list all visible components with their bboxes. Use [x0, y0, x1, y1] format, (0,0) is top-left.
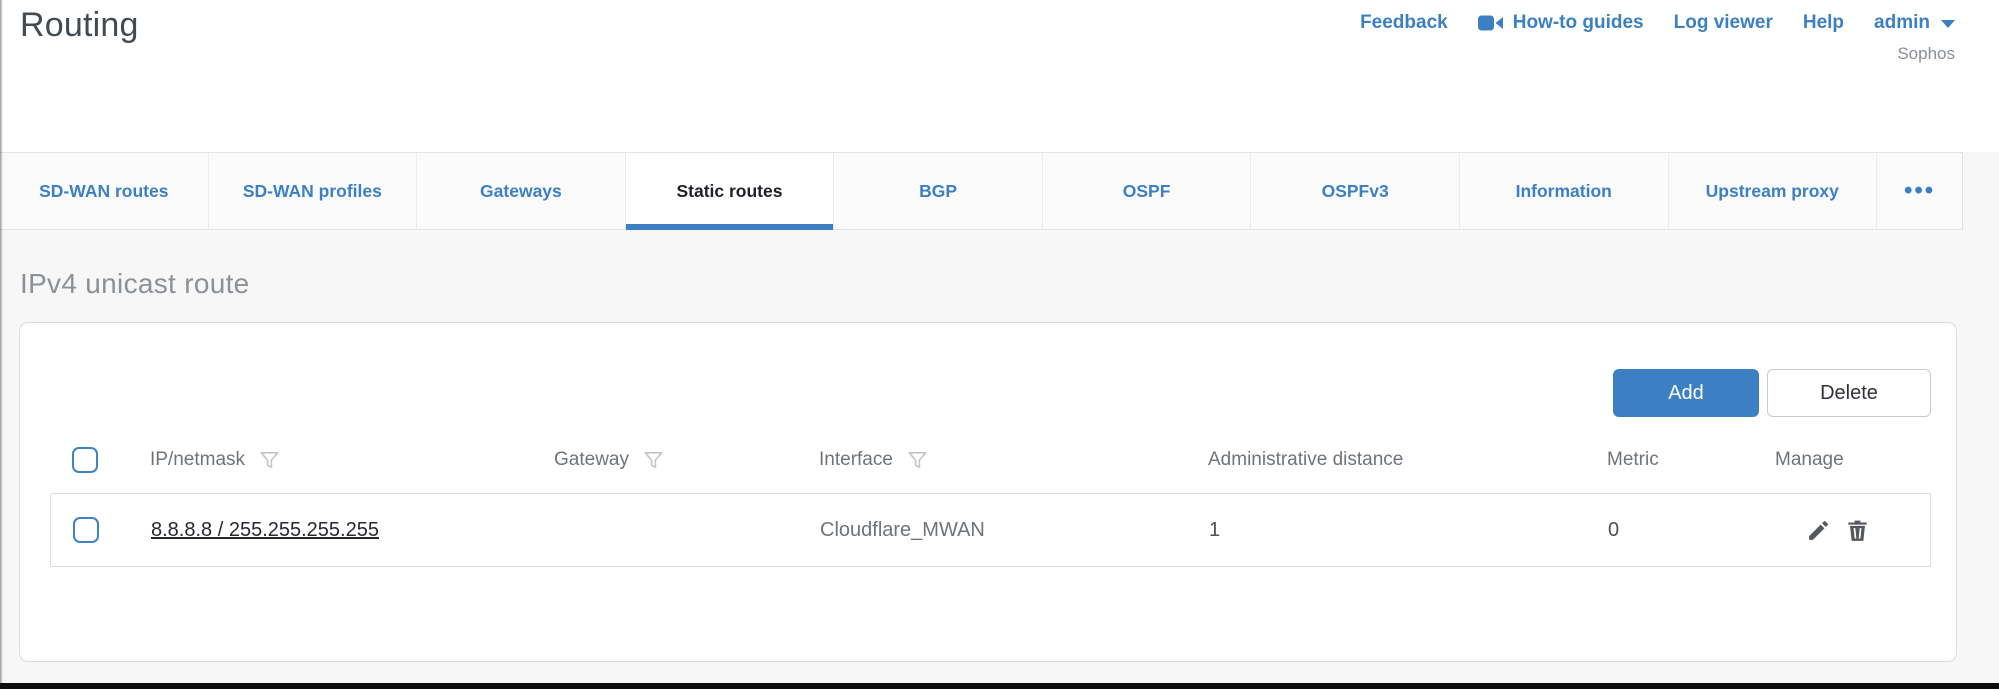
route-admin-distance: 1 [1209, 519, 1608, 542]
route-metric: 0 [1608, 519, 1776, 542]
ellipsis-icon: ••• [1904, 177, 1935, 205]
window-bottom-edge [0, 683, 1999, 689]
video-camera-icon [1478, 14, 1504, 32]
col-ip-netmask: IP/netmask [150, 449, 245, 471]
user-menu-label: admin [1874, 12, 1930, 34]
log-viewer-link[interactable]: Log viewer [1674, 12, 1773, 34]
table-row: 8.8.8.8 / 255.255.255.255 Cloudflare_MWA… [50, 493, 1931, 567]
col-interface: Interface [819, 449, 893, 471]
tab-ospfv3[interactable]: OSPFv3 [1251, 153, 1460, 229]
content-area: IPv4 unicast route Add Delete IP/netmask… [0, 230, 1999, 683]
col-administrative-distance: Administrative distance [1208, 449, 1403, 471]
delete-button[interactable]: Delete [1767, 369, 1931, 417]
howto-guides-link[interactable]: How-to guides [1478, 12, 1644, 34]
tabstrip-row: SD-WAN routes SD-WAN profiles Gateways S… [0, 152, 1999, 230]
tab-sdwan-routes[interactable]: SD-WAN routes [0, 153, 209, 229]
log-viewer-label: Log viewer [1674, 12, 1773, 34]
ipv4-unicast-route-panel: Add Delete IP/netmask Gateway Interfac [19, 322, 1957, 662]
window-left-edge [0, 0, 3, 689]
tab-gateways[interactable]: Gateways [417, 153, 626, 229]
section-heading: IPv4 unicast route [20, 268, 250, 300]
tab-overflow-more[interactable]: ••• [1877, 153, 1962, 229]
row-checkbox[interactable] [73, 517, 99, 543]
select-all-checkbox[interactable] [72, 447, 98, 473]
help-link[interactable]: Help [1803, 12, 1844, 34]
howto-guides-label: How-to guides [1513, 12, 1644, 34]
tabstrip: SD-WAN routes SD-WAN profiles Gateways S… [0, 152, 1963, 230]
top-nav: Feedback How-to guides Log viewer Help a… [1360, 12, 1955, 34]
delete-trash-icon[interactable] [1845, 518, 1870, 543]
tab-bgp[interactable]: BGP [834, 153, 1043, 229]
toolbar: Add Delete [50, 369, 1931, 417]
add-button[interactable]: Add [1613, 369, 1759, 417]
org-name: Sophos [1897, 44, 1955, 64]
tab-information[interactable]: Information [1460, 153, 1669, 229]
tab-ospf[interactable]: OSPF [1043, 153, 1252, 229]
filter-icon[interactable] [258, 449, 281, 472]
tab-upstream-proxy[interactable]: Upstream proxy [1669, 153, 1878, 229]
feedback-link[interactable]: Feedback [1360, 12, 1448, 34]
filter-icon[interactable] [642, 449, 665, 472]
help-label: Help [1803, 12, 1844, 34]
chevron-down-icon [1941, 20, 1955, 28]
filter-icon[interactable] [906, 449, 929, 472]
page-title: Routing [20, 6, 139, 45]
route-ip-netmask-link[interactable]: 8.8.8.8 / 255.255.255.255 [151, 519, 379, 541]
route-interface: Cloudflare_MWAN [820, 519, 1209, 542]
col-metric: Metric [1607, 449, 1659, 471]
edit-pencil-icon[interactable] [1806, 518, 1831, 543]
table-header: IP/netmask Gateway Interface Administrat… [50, 437, 1931, 483]
page-header: Routing Feedback How-to guides Log viewe… [0, 0, 1999, 152]
col-gateway: Gateway [554, 449, 629, 471]
col-manage: Manage [1775, 449, 1844, 471]
tab-sdwan-profiles[interactable]: SD-WAN profiles [209, 153, 418, 229]
feedback-label: Feedback [1360, 12, 1448, 34]
tab-static-routes[interactable]: Static routes [626, 153, 835, 229]
user-menu[interactable]: admin [1874, 12, 1955, 34]
